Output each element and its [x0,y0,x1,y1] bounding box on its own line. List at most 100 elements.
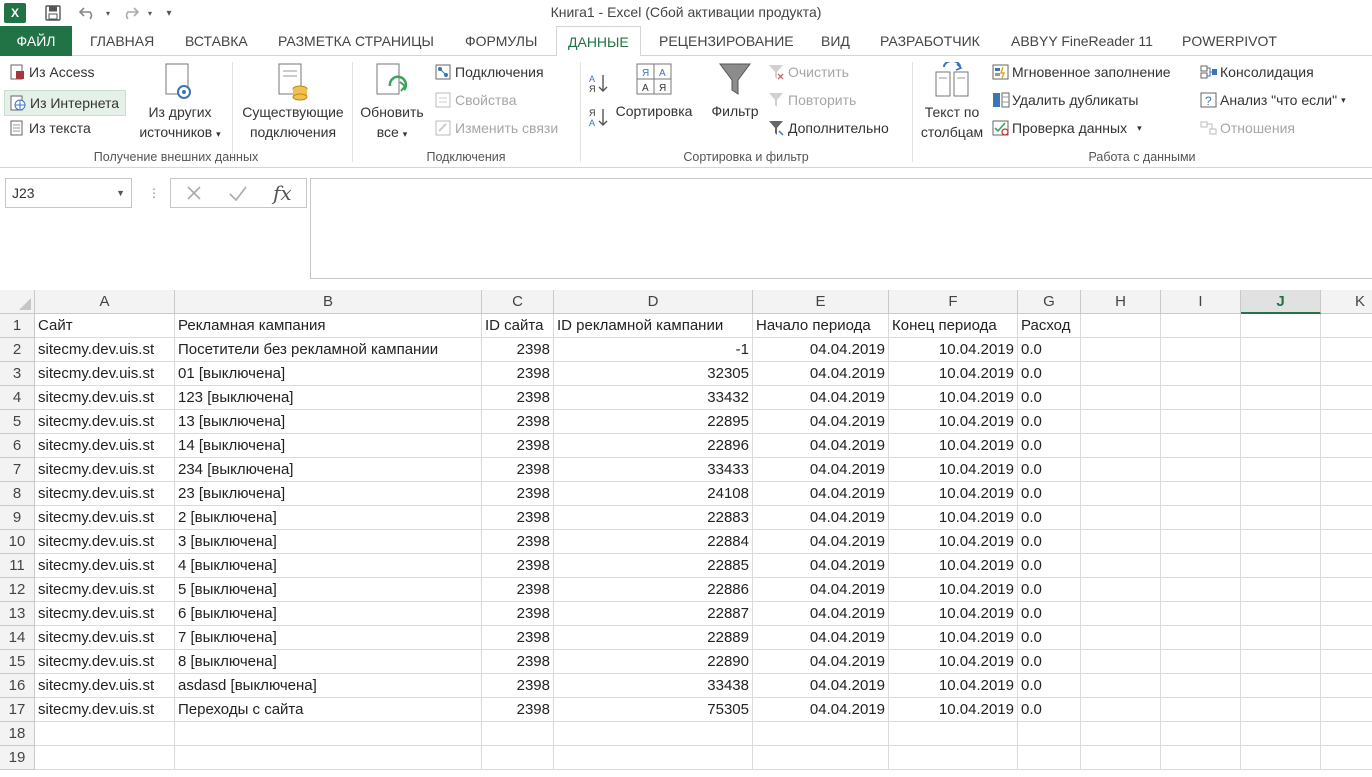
table-cell[interactable]: sitecmy.dev.uis.st [35,626,175,650]
consolidate-button[interactable]: Консолидация [1200,64,1314,80]
table-cell[interactable]: 04.04.2019 [753,482,889,506]
table-cell[interactable] [1241,482,1321,506]
table-cell[interactable]: 8 [выключена] [175,650,482,674]
tab-developer[interactable]: РАЗРАБОТЧИК [880,26,980,56]
table-cell[interactable]: 0.0 [1018,626,1081,650]
table-cell[interactable]: 32305 [554,362,753,386]
table-cell[interactable]: sitecmy.dev.uis.st [35,362,175,386]
table-cell[interactable] [1081,386,1161,410]
table-cell[interactable]: 10.04.2019 [889,674,1018,698]
table-cell[interactable]: 10.04.2019 [889,410,1018,434]
table-cell[interactable] [1321,434,1372,458]
data-validation-button[interactable]: Проверка данных ▾ [992,120,1142,136]
table-cell[interactable]: 6 [выключена] [175,602,482,626]
remove-duplicates-button[interactable]: Удалить дубликаты [992,92,1138,108]
table-cell[interactable]: 2398 [482,602,554,626]
table-cell[interactable]: 2398 [482,362,554,386]
table-cell[interactable]: 22887 [554,602,753,626]
table-cell[interactable] [1081,482,1161,506]
table-cell[interactable]: 2398 [482,338,554,362]
table-cell[interactable]: 10.04.2019 [889,650,1018,674]
table-cell[interactable] [1241,410,1321,434]
sort-az-button[interactable]: AЯ [588,72,610,97]
drag-handle-icon[interactable]: ⋮ [148,186,160,200]
header-cell[interactable]: ID рекламной кампании [554,314,753,338]
table-cell[interactable]: 0.0 [1018,458,1081,482]
table-cell[interactable] [1081,674,1161,698]
table-cell[interactable]: sitecmy.dev.uis.st [35,650,175,674]
table-cell[interactable]: sitecmy.dev.uis.st [35,602,175,626]
table-cell[interactable] [1241,386,1321,410]
table-cell[interactable] [1161,386,1241,410]
table-cell[interactable]: 04.04.2019 [753,362,889,386]
row-header[interactable]: 5 [0,410,35,434]
table-cell[interactable]: 4 [выключена] [175,554,482,578]
row-header[interactable]: 16 [0,674,35,698]
existing-connections-button[interactable]: Существующие подключения [238,62,348,142]
table-cell[interactable]: 04.04.2019 [753,650,889,674]
reapply-button[interactable]: Повторить [768,92,856,108]
row-header[interactable]: 1 [0,314,35,338]
header-cell[interactable]: Рекламная кампания [175,314,482,338]
table-cell[interactable]: -1 [554,338,753,362]
sort-za-button[interactable]: ЯA [588,106,610,131]
table-cell[interactable]: 33438 [554,674,753,698]
table-cell[interactable] [1161,410,1241,434]
table-cell[interactable]: sitecmy.dev.uis.st [35,698,175,722]
table-cell[interactable] [1081,410,1161,434]
table-cell[interactable]: 10.04.2019 [889,362,1018,386]
table-cell[interactable] [1241,722,1321,746]
table-cell[interactable] [1241,554,1321,578]
row-header[interactable]: 8 [0,482,35,506]
table-cell[interactable] [1321,626,1372,650]
table-cell[interactable] [554,746,753,770]
table-cell[interactable] [1241,530,1321,554]
row-header[interactable]: 2 [0,338,35,362]
table-cell[interactable]: 22883 [554,506,753,530]
column-header-c[interactable]: C [482,290,554,314]
table-cell[interactable]: 10.04.2019 [889,338,1018,362]
table-cell[interactable] [1321,674,1372,698]
table-cell[interactable]: 04.04.2019 [753,626,889,650]
validation-dropdown-icon[interactable]: ▾ [1137,123,1142,134]
table-cell[interactable] [1241,650,1321,674]
column-header-h[interactable]: H [1081,290,1161,314]
table-cell[interactable] [1321,650,1372,674]
table-cell[interactable] [554,722,753,746]
table-cell[interactable]: sitecmy.dev.uis.st [35,554,175,578]
column-header-d[interactable]: D [554,290,753,314]
table-cell[interactable]: 13 [выключена] [175,410,482,434]
tab-file[interactable]: ФАЙЛ [0,26,72,56]
table-cell[interactable] [1081,578,1161,602]
table-cell[interactable]: 234 [выключена] [175,458,482,482]
table-cell[interactable] [1241,602,1321,626]
table-cell[interactable]: 04.04.2019 [753,698,889,722]
table-cell[interactable]: 10.04.2019 [889,482,1018,506]
table-cell[interactable] [1321,506,1372,530]
table-cell[interactable] [1241,458,1321,482]
tab-page-layout[interactable]: РАЗМЕТКА СТРАНИЦЫ [278,26,434,56]
row-header[interactable]: 17 [0,698,35,722]
properties-button[interactable]: Свойства [435,92,516,108]
table-cell[interactable] [1081,698,1161,722]
table-cell[interactable]: 2398 [482,674,554,698]
row-header[interactable]: 4 [0,386,35,410]
table-cell[interactable] [1161,554,1241,578]
row-header[interactable]: 12 [0,578,35,602]
table-cell[interactable] [1321,338,1372,362]
table-cell[interactable] [1161,362,1241,386]
table-cell[interactable] [1161,698,1241,722]
table-cell[interactable]: 0.0 [1018,338,1081,362]
table-cell[interactable] [889,746,1018,770]
from-text-button[interactable]: Из текста [9,120,91,136]
table-cell[interactable] [1081,602,1161,626]
tab-insert[interactable]: ВСТАВКА [185,26,248,56]
insert-function-icon[interactable]: fx [273,181,292,205]
table-cell[interactable]: 0.0 [1018,674,1081,698]
table-cell[interactable] [1241,362,1321,386]
table-cell[interactable]: 0.0 [1018,554,1081,578]
table-cell[interactable]: 10.04.2019 [889,626,1018,650]
column-header-j[interactable]: J [1241,290,1321,314]
table-cell[interactable]: 04.04.2019 [753,458,889,482]
header-cell[interactable]: Начало периода [753,314,889,338]
